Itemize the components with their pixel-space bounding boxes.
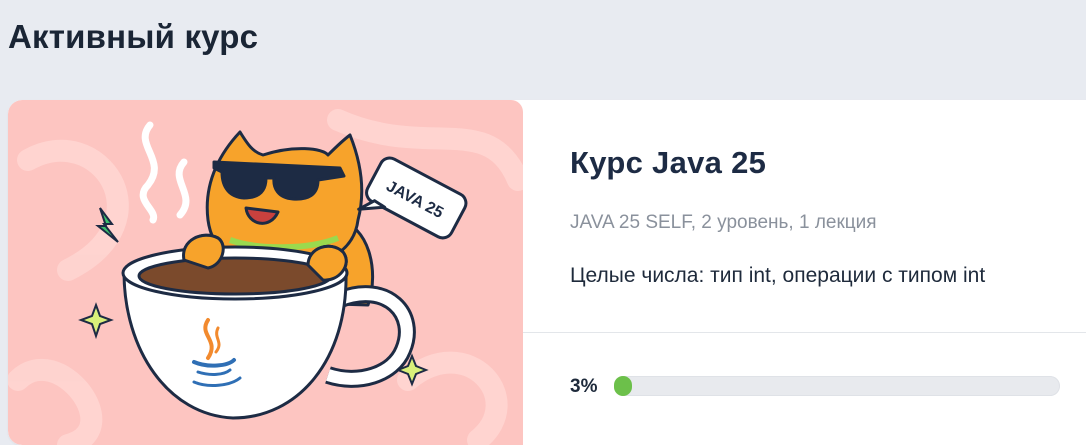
lecture-title[interactable]: Целые числа: тип int, операции с типом i… bbox=[570, 264, 985, 288]
progress-fill bbox=[614, 376, 632, 396]
progress-percent: 3% bbox=[570, 376, 598, 397]
divider bbox=[523, 332, 1086, 333]
course-illustration: JAVA 25 bbox=[8, 100, 523, 445]
steam-icon bbox=[139, 121, 190, 224]
speech-bubble: JAVA 25 bbox=[357, 156, 468, 240]
course-meta: JAVA 25 SELF, 2 уровень, 1 лекция bbox=[570, 212, 877, 233]
sparkle-icon bbox=[78, 302, 114, 340]
course-title[interactable]: Курс Java 25 bbox=[570, 145, 766, 181]
progress-bar bbox=[614, 376, 1060, 396]
active-course-card[interactable]: JAVA 25 Курс Java 25 JAVA 25 SELF, 2 уро… bbox=[8, 100, 1086, 445]
page-title: Активный курс bbox=[8, 18, 259, 55]
